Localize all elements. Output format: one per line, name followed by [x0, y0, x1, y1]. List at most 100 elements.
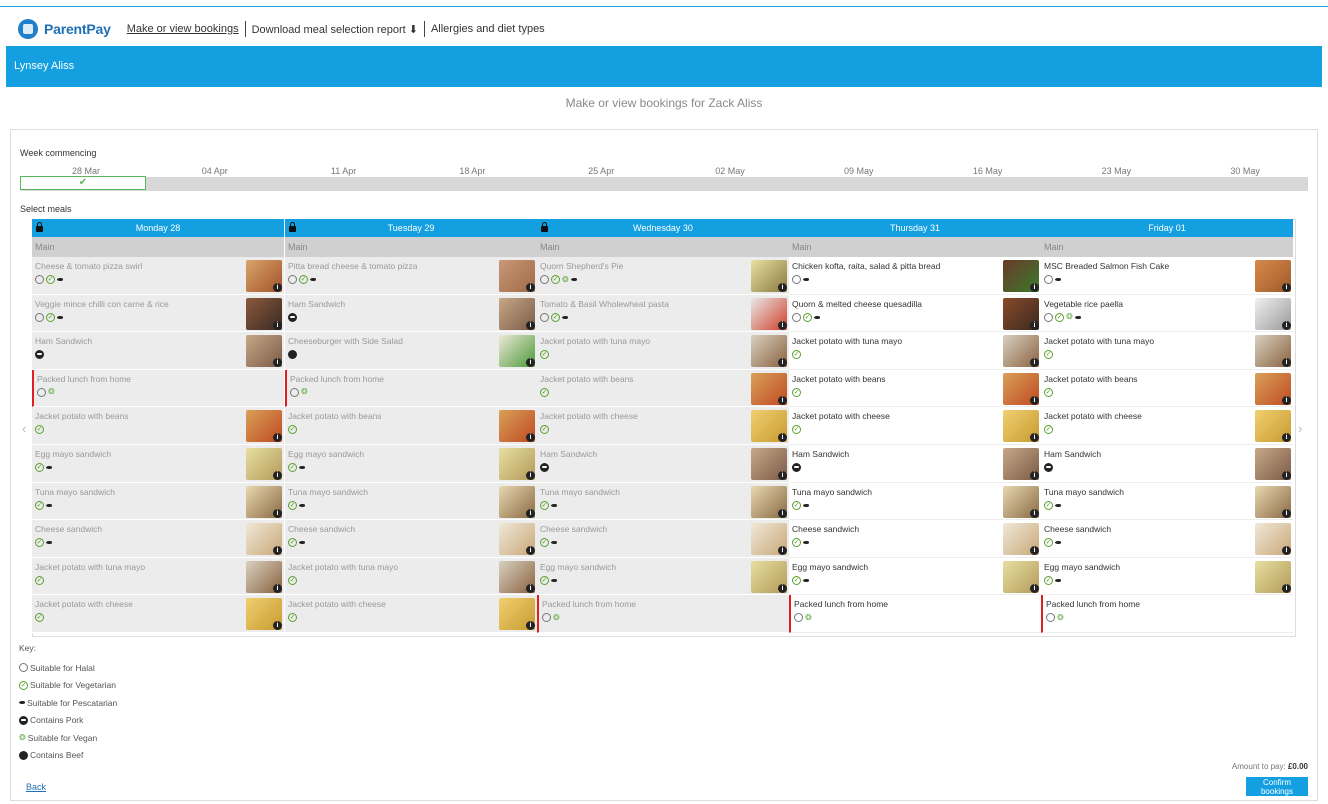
info-icon[interactable]: i	[1030, 583, 1039, 593]
parentpay-logo[interactable]: ParentPay	[18, 19, 111, 39]
info-icon[interactable]: i	[526, 621, 535, 631]
meal-option[interactable]: Packed lunch from home ❂	[789, 595, 1041, 633]
chevron-left-icon[interactable]: ‹	[22, 421, 26, 436]
week-label[interactable]: 02 May	[667, 166, 793, 176]
meal-option[interactable]: Quorn & melted cheese quesadilla ✓ i	[789, 294, 1041, 333]
info-icon[interactable]: i	[1030, 546, 1039, 556]
info-icon[interactable]: i	[778, 358, 787, 368]
week-label[interactable]: 16 May	[925, 166, 1051, 176]
pescatarian-icon	[1074, 315, 1081, 319]
selected-week[interactable]: ✔	[20, 176, 146, 190]
meal-option[interactable]: Cheese sandwich ✓ i	[1041, 520, 1293, 558]
meal-option: Ham Sandwich i	[285, 294, 537, 333]
info-icon[interactable]: i	[1282, 358, 1291, 368]
info-icon[interactable]: i	[1282, 546, 1291, 556]
week-label[interactable]: 28 Mar	[23, 166, 149, 176]
info-icon[interactable]: i	[1282, 583, 1291, 593]
meal-option[interactable]: MSC Breaded Salmon Fish Cake i	[1041, 257, 1293, 295]
week-label[interactable]: 25 Apr	[538, 166, 664, 176]
meal-option[interactable]: Jacket potato with tuna mayo ✓ i	[1041, 332, 1293, 370]
info-icon[interactable]: i	[273, 470, 282, 480]
info-icon[interactable]: i	[1282, 320, 1291, 330]
info-icon[interactable]: i	[778, 470, 787, 480]
nav-allergies[interactable]: Allergies and diet types	[425, 23, 551, 35]
week-label[interactable]: 23 May	[1053, 166, 1179, 176]
info-icon[interactable]: i	[1030, 470, 1039, 480]
info-icon[interactable]: i	[526, 358, 535, 368]
week-label[interactable]: 18 Apr	[409, 166, 535, 176]
info-icon[interactable]: i	[778, 283, 787, 292]
info-icon[interactable]: i	[273, 358, 282, 368]
info-icon[interactable]: i	[526, 433, 535, 443]
info-icon[interactable]: i	[526, 583, 535, 593]
info-icon[interactable]: i	[1030, 358, 1039, 368]
info-icon[interactable]: i	[778, 508, 787, 518]
week-label[interactable]: 04 Apr	[152, 166, 278, 176]
info-icon[interactable]: i	[1030, 395, 1039, 405]
pork-icon	[1044, 462, 1053, 472]
info-icon[interactable]: i	[1282, 433, 1291, 443]
meal-option[interactable]: Jacket potato with cheese ✓ i	[789, 407, 1041, 445]
info-icon[interactable]: i	[1282, 470, 1291, 480]
meal-name: Jacket potato with tuna mayo	[1044, 336, 1155, 347]
meal-option[interactable]: Jacket potato with tuna mayo ✓ i	[789, 332, 1041, 370]
week-label[interactable]: 11 Apr	[281, 166, 407, 176]
info-icon[interactable]: i	[778, 320, 787, 330]
info-icon[interactable]: i	[273, 583, 282, 593]
meal-option[interactable]: Tuna mayo sandwich ✓ i	[789, 482, 1041, 521]
info-icon[interactable]: i	[1282, 283, 1291, 292]
info-icon[interactable]: i	[526, 320, 535, 330]
info-icon[interactable]: i	[273, 546, 282, 556]
info-icon[interactable]: i	[273, 508, 282, 518]
meal-option[interactable]: Egg mayo sandwich ✓ i	[789, 557, 1041, 596]
meal-option[interactable]: Tuna mayo sandwich ✓ i	[1041, 482, 1293, 521]
meal-option[interactable]: Chicken kofta, raita, salad & pitta brea…	[789, 257, 1041, 295]
vegetarian-icon: ✓	[1044, 350, 1053, 360]
info-icon[interactable]: i	[273, 433, 282, 443]
week-label[interactable]: 09 May	[796, 166, 922, 176]
meal-option[interactable]: Jacket potato with cheese ✓ i	[1041, 407, 1293, 445]
diet-icons	[35, 350, 44, 360]
nav-download-report[interactable]: Download meal selection report ⬇	[246, 23, 424, 36]
meal-name: Tuna mayo sandwich	[540, 486, 621, 497]
info-icon[interactable]: i	[273, 320, 282, 330]
meal-option[interactable]: Egg mayo sandwich ✓ i	[1041, 557, 1293, 596]
confirm-bookings-button[interactable]: Confirm bookings	[1246, 777, 1308, 796]
meal-option[interactable]: Vegetable rice paella ✓ ❂ i	[1041, 294, 1293, 333]
meal-option[interactable]: Cheese sandwich ✓ i	[789, 520, 1041, 558]
week-label[interactable]: 30 May	[1182, 166, 1308, 176]
meal-name: Tuna mayo sandwich	[288, 486, 369, 497]
info-icon[interactable]: i	[526, 508, 535, 518]
info-icon[interactable]: i	[778, 583, 787, 593]
info-icon[interactable]: i	[1030, 320, 1039, 330]
info-icon[interactable]: i	[1030, 283, 1039, 292]
info-icon[interactable]: i	[778, 546, 787, 556]
chevron-right-icon[interactable]: ›	[1298, 421, 1302, 436]
meal-option[interactable]: Jacket potato with beans ✓ i	[789, 369, 1041, 408]
meal-option[interactable]: Ham Sandwich i	[789, 444, 1041, 483]
info-icon[interactable]: i	[1030, 433, 1039, 443]
info-icon[interactable]: i	[526, 546, 535, 556]
info-icon[interactable]: i	[778, 395, 787, 405]
meal-name: Quorn Shepherd's Pie	[540, 261, 624, 271]
pescatarian-icon	[551, 578, 557, 582]
meal-option[interactable]: Ham Sandwich i	[1041, 444, 1293, 483]
meal-option[interactable]: Jacket potato with beans ✓ i	[1041, 369, 1293, 408]
info-icon[interactable]: i	[778, 433, 787, 443]
info-icon[interactable]: i	[1282, 395, 1291, 405]
diet-icons: ✓ ❂	[1044, 312, 1081, 322]
info-icon[interactable]: i	[273, 283, 282, 292]
info-icon[interactable]: i	[1282, 508, 1291, 518]
info-icon[interactable]: i	[273, 621, 282, 631]
vegetarian-icon: ✓	[35, 462, 44, 472]
info-icon[interactable]: i	[526, 283, 535, 292]
meal-option: Pitta bread cheese & tomato pizza ✓ i	[285, 257, 537, 295]
diet-icons: ✓	[35, 425, 44, 435]
meal-option[interactable]: Packed lunch from home ❂	[1041, 595, 1293, 633]
info-icon[interactable]: i	[1030, 508, 1039, 518]
back-link[interactable]: Back	[26, 782, 46, 792]
vegetarian-icon: ✓	[19, 680, 28, 690]
week-track[interactable]	[20, 177, 1308, 191]
info-icon[interactable]: i	[526, 470, 535, 480]
nav-make-bookings[interactable]: Make or view bookings	[121, 23, 245, 35]
